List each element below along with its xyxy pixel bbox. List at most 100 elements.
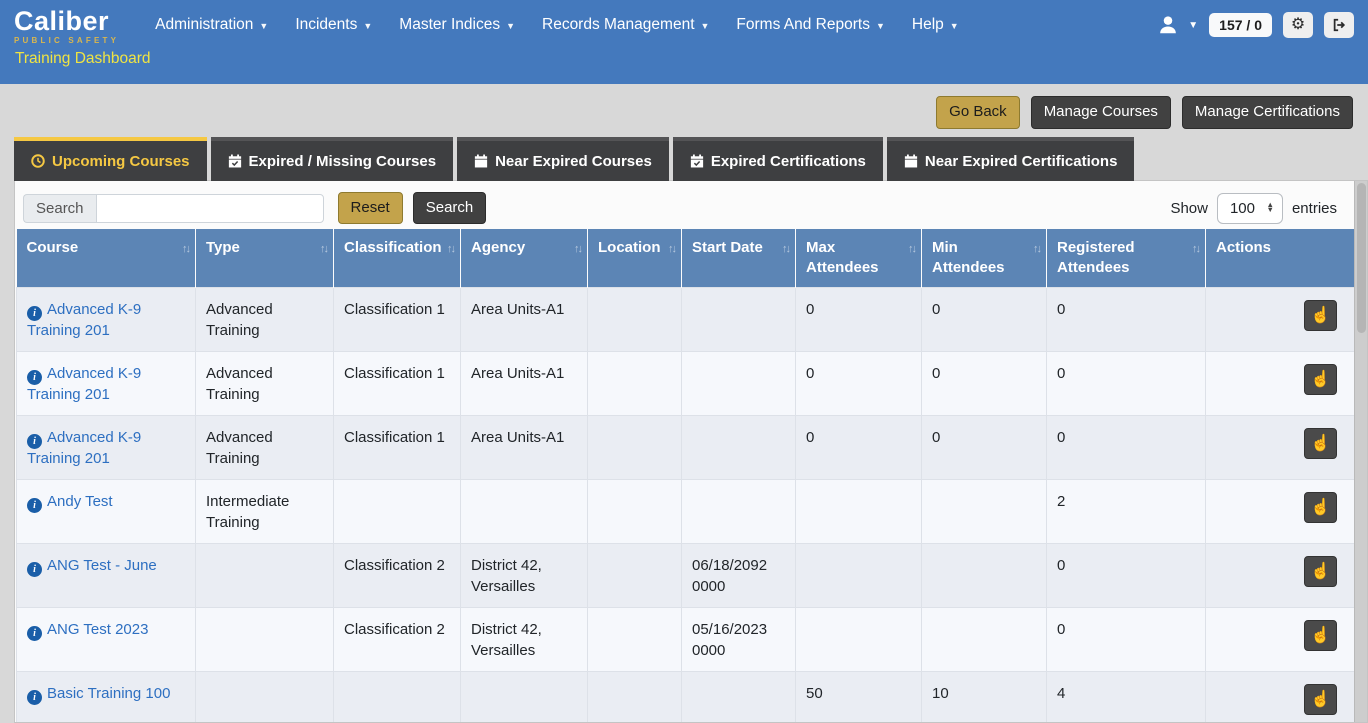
caliber-logo[interactable]: Caliber PUBLIC SAFETY (14, 8, 119, 45)
course-link[interactable]: ANG Test 2023 (47, 621, 148, 638)
column-header-course[interactable]: Course↑↓ (17, 229, 196, 288)
info-icon[interactable]: i (27, 498, 42, 513)
column-header-agency[interactable]: Agency↑↓ (461, 229, 588, 288)
hand-pointer-icon: ☝ (1311, 307, 1331, 324)
table-row: iBasic Training 100 50 10 4 ☝ (17, 672, 1355, 723)
tab-upcoming-courses[interactable]: Upcoming Courses (14, 137, 207, 181)
menu-records-management[interactable]: Records Management▼ (542, 16, 709, 34)
registered-attendees-cell: 0 (1047, 416, 1206, 480)
table-body: iAdvanced K-9 Training 201 Advanced Trai… (17, 288, 1355, 723)
hand-pointer-icon: ☝ (1311, 691, 1331, 708)
max-attendees-cell: 0 (796, 416, 922, 480)
main-menu: Administration▼ Incidents▼ Master Indice… (155, 16, 959, 34)
row-action-button[interactable]: ☝ (1304, 556, 1337, 587)
go-back-button[interactable]: Go Back (936, 96, 1020, 129)
row-action-button[interactable]: ☝ (1304, 428, 1337, 459)
location-cell (588, 480, 682, 544)
sort-icon[interactable]: ↑↓ (908, 239, 915, 259)
course-link[interactable]: Andy Test (47, 493, 113, 510)
menu-incidents[interactable]: Incidents▼ (295, 16, 372, 34)
column-header-location[interactable]: Location↑↓ (588, 229, 682, 288)
type-cell: Advanced Training (196, 352, 334, 416)
info-icon[interactable]: i (27, 370, 42, 385)
location-cell (588, 416, 682, 480)
chevron-down-icon: ▼ (950, 21, 959, 31)
search-input[interactable] (96, 194, 324, 223)
logo-subtitle: PUBLIC SAFETY (14, 37, 119, 45)
table-row: iAdvanced K-9 Training 201 Advanced Trai… (17, 352, 1355, 416)
max-attendees-cell (796, 608, 922, 672)
sort-icon[interactable]: ↑↓ (1033, 239, 1040, 259)
info-icon[interactable]: i (27, 306, 42, 321)
sort-icon[interactable]: ↑↓ (182, 239, 189, 259)
logout-button[interactable] (1324, 12, 1354, 38)
calendar-icon (904, 154, 918, 168)
min-attendees-cell: 10 (922, 672, 1047, 723)
column-header-registered-attendees[interactable]: Registered Attendees↑↓ (1047, 229, 1206, 288)
table-row: iAndy Test Intermediate Training 2 ☝ (17, 480, 1355, 544)
sort-icon[interactable]: ↑↓ (447, 239, 454, 259)
course-cell: i Basic Training 100 (17, 672, 196, 723)
sort-icon[interactable]: ↑↓ (320, 239, 327, 259)
menu-master-indices[interactable]: Master Indices▼ (399, 16, 515, 34)
column-header-max-attendees[interactable]: Max Attendees↑↓ (796, 229, 922, 288)
settings-button[interactable]: ⚙ (1283, 12, 1313, 38)
column-header-min-attendees[interactable]: Min Attendees↑↓ (922, 229, 1047, 288)
menu-forms-and-reports[interactable]: Forms And Reports▼ (736, 16, 884, 34)
row-action-button[interactable]: ☝ (1304, 620, 1337, 651)
column-header-type[interactable]: Type↑↓ (196, 229, 334, 288)
manage-courses-button[interactable]: Manage Courses (1031, 96, 1171, 129)
info-icon[interactable]: i (27, 562, 42, 577)
tab-near-expired-courses[interactable]: Near Expired Courses (457, 137, 669, 181)
info-icon[interactable]: i (27, 690, 42, 705)
user-icon[interactable] (1157, 14, 1179, 36)
tab-expired-missing-courses[interactable]: Expired / Missing Courses (211, 137, 454, 181)
info-icon[interactable]: i (27, 626, 42, 641)
row-action-button[interactable]: ☝ (1304, 364, 1337, 395)
sort-icon[interactable]: ↑↓ (668, 239, 675, 259)
course-link[interactable]: ANG Test - June (47, 557, 157, 574)
type-cell (196, 672, 334, 723)
start-date-cell: 06/18/2092 0000 (682, 544, 796, 608)
menu-administration[interactable]: Administration▼ (155, 16, 268, 34)
max-attendees-cell: 0 (796, 288, 922, 352)
sort-icon[interactable]: ↑↓ (1192, 239, 1199, 259)
start-date-cell (682, 416, 796, 480)
manage-certifications-button[interactable]: Manage Certifications (1182, 96, 1353, 129)
course-link[interactable]: Advanced K-9 Training 201 (27, 301, 141, 339)
menu-help[interactable]: Help▼ (912, 16, 959, 34)
column-header-start-date[interactable]: Start Date↑↓ (682, 229, 796, 288)
hand-pointer-icon: ☝ (1311, 627, 1331, 644)
actions-cell: ☝ (1206, 416, 1355, 480)
actions-cell: ☝ (1206, 608, 1355, 672)
row-action-button[interactable]: ☝ (1304, 684, 1337, 715)
logout-icon (1332, 18, 1346, 32)
hand-pointer-icon: ☝ (1311, 499, 1331, 516)
row-action-button[interactable]: ☝ (1304, 300, 1337, 331)
tab-expired-certifications[interactable]: Expired Certifications (673, 137, 883, 181)
course-link[interactable]: Advanced K-9 Training 201 (27, 429, 141, 467)
show-label: Show (1170, 200, 1208, 217)
row-action-button[interactable]: ☝ (1304, 492, 1337, 523)
course-link[interactable]: Advanced K-9 Training 201 (27, 365, 141, 403)
table-row: iAdvanced K-9 Training 201 Advanced Trai… (17, 416, 1355, 480)
scrollbar-thumb[interactable] (1357, 183, 1366, 333)
registered-attendees-cell: 0 (1047, 288, 1206, 352)
sort-icon[interactable]: ↑↓ (782, 239, 789, 259)
calendar-check-icon (228, 154, 242, 168)
vertical-scrollbar[interactable] (1354, 181, 1367, 722)
registered-attendees-cell: 4 (1047, 672, 1206, 723)
page-size-select[interactable]: 100 ▲▼ (1217, 193, 1283, 224)
search-button[interactable]: Search (413, 192, 487, 225)
reset-button[interactable]: Reset (338, 192, 403, 225)
calendar-check-icon (690, 154, 704, 168)
course-link[interactable]: Basic Training 100 (47, 685, 170, 702)
sort-icon[interactable]: ↑↓ (574, 239, 581, 259)
column-header-classification[interactable]: Classification↑↓ (334, 229, 461, 288)
tab-near-expired-certifications[interactable]: Near Expired Certifications (887, 137, 1135, 181)
user-menu-caret-icon[interactable]: ▼ (1188, 20, 1198, 31)
registered-attendees-cell: 0 (1047, 352, 1206, 416)
info-icon[interactable]: i (27, 434, 42, 449)
agency-cell: Area Units-A1 (461, 352, 588, 416)
type-cell: Advanced Training (196, 416, 334, 480)
